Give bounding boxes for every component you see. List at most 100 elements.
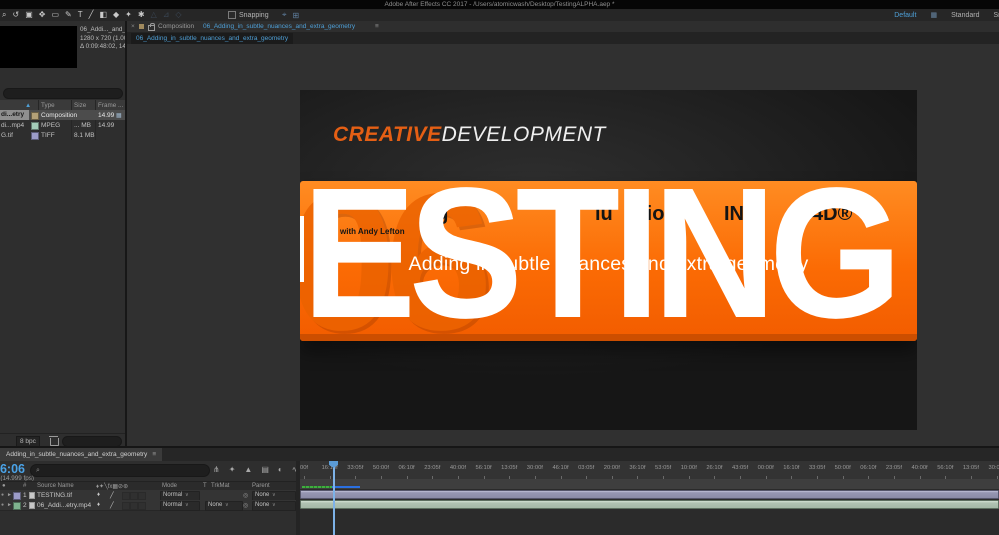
quality-icon[interactable]: ♦ <box>97 502 100 508</box>
workspace-small[interactable]: Small <box>993 12 999 19</box>
twirl-arrow-icon[interactable]: ► <box>7 492 12 498</box>
workspace-standard[interactable]: Standard <box>951 12 979 19</box>
switch-cell[interactable] <box>130 491 138 500</box>
switch-cell[interactable] <box>138 491 146 500</box>
work-area-bar[interactable] <box>300 479 999 490</box>
roto-brush-tool-icon[interactable]: ✦ <box>125 9 132 21</box>
snapping-checkbox[interactable] <box>228 11 236 19</box>
world-axis-mode-icon[interactable]: ⊿ <box>163 9 170 21</box>
time-ruler[interactable]: 00f 16:10f 33:05f 50:00f 06:10f 23:05f 40:00f 5… <box>300 461 999 480</box>
rotation-tool-icon[interactable]: ↺ <box>12 9 19 21</box>
twirl-arrow-icon[interactable]: ► <box>7 502 12 508</box>
eye-icon[interactable]: ● <box>1 502 4 508</box>
layer-label-swatch[interactable] <box>13 492 21 500</box>
switch-cell[interactable] <box>138 501 146 510</box>
comp-duration: Δ 0:09:48:02, 14.999 fps <box>80 43 149 50</box>
trkmat-dropdown[interactable]: None ∨ <box>205 501 243 511</box>
column-frame[interactable]: Frame ... <box>98 102 123 109</box>
switch-cell[interactable] <box>122 501 130 510</box>
snap-target-icon[interactable]: ⌖ <box>282 10 287 20</box>
layer-name[interactable]: TESTING.tif <box>37 492 95 499</box>
rectangle-tool-icon[interactable]: ▭ <box>51 9 59 21</box>
timeline-timecode-box[interactable]: 0:00:16:06 <box>0 462 25 475</box>
motion-blur-icon[interactable]: ◐ <box>278 465 283 474</box>
hide-shy-layers-icon[interactable]: ▲ <box>244 465 252 474</box>
unified-camera-tool-icon[interactable]: ▣ <box>25 9 33 21</box>
parent-pickwhip-icon[interactable]: ◎ <box>243 502 248 509</box>
close-icon[interactable]: × <box>131 21 135 32</box>
timeline-track-area[interactable]: 00f 16:10f 33:05f 50:00f 06:10f 23:05f 40:00f 5… <box>300 461 999 535</box>
layer-label-swatch[interactable] <box>13 502 21 510</box>
layer-duration-bar[interactable] <box>300 500 999 509</box>
project-item-name[interactable]: di...etry <box>0 110 29 120</box>
project-item-row[interactable]: di...mp4 MPEG ... MB 14.99 <box>0 120 125 130</box>
project-item-row[interactable]: di...etry Composition 14.99 ▦ <box>0 110 125 120</box>
footage-doc-icon <box>29 492 35 499</box>
pan-behind-tool-icon[interactable]: ✥ <box>39 9 46 21</box>
ruler-tick-label: 33:05f <box>808 465 826 471</box>
blend-mode-dropdown[interactable]: Normal ∨ <box>160 501 200 511</box>
switch-cell[interactable] <box>122 491 130 500</box>
timeline-search-field[interactable]: ⌕ <box>30 464 210 477</box>
brush-tool-icon[interactable]: ╱ <box>89 9 94 21</box>
label-swatch[interactable] <box>31 112 39 120</box>
project-search-field[interactable] <box>3 88 123 99</box>
pen-tool-icon[interactable]: ✎ <box>65 9 72 21</box>
panel-menu-icon[interactable]: ≡ <box>375 21 379 32</box>
item-type: Composition <box>41 111 78 119</box>
timeline-timecode[interactable]: 0:00:16:06 <box>0 462 25 475</box>
column-number[interactable]: # <box>23 483 26 489</box>
comp-mini-flowchart-icon[interactable]: ⋔ <box>213 465 220 474</box>
eraser-tool-icon[interactable]: ◆ <box>113 9 119 21</box>
ruler-tick-label: 50:00f <box>834 465 851 471</box>
fx-switch-icon[interactable]: ╱ <box>110 492 114 499</box>
snap-box-icon[interactable]: ⊞ <box>293 11 300 20</box>
quality-icon[interactable]: ♦ <box>97 492 100 498</box>
tool-buttons: ⌕ ↺ ▣ ✥ ▭ ✎ T ╱ ◧ ◆ ✦ ✱ △ ⊿ ◇ <box>2 9 182 21</box>
snapping-toggle[interactable]: Snapping <box>228 9 269 21</box>
sort-triangle-icon[interactable]: ▲ <box>25 102 31 109</box>
ruler-tick-label: 30:00f <box>526 465 543 471</box>
ruler-tick-label: 33:05f <box>347 465 364 471</box>
zoom-tool-icon[interactable]: ⌕ <box>2 9 6 21</box>
composition-viewer[interactable]: CREATIVEDEVELOPMENT 06 ng lu tio INE 4D® wit… <box>127 44 999 469</box>
puppet-pin-tool-icon[interactable]: ✱ <box>138 9 145 21</box>
view-axis-mode-icon[interactable]: ◇ <box>175 9 181 21</box>
column-trkmat[interactable]: TrkMat <box>211 483 229 489</box>
local-axis-mode-icon[interactable]: △ <box>151 9 157 21</box>
column-parent[interactable]: Parent <box>252 483 270 489</box>
layer-row[interactable]: ● ► 2 06_Addi...etry.mp4 ♦ ╱ Normal ∨ No… <box>0 500 296 511</box>
switch-cell[interactable] <box>130 501 138 510</box>
workspace-default[interactable]: Default <box>894 12 916 19</box>
window-title: Adobe After Effects CC 2017 - /Users/ato… <box>384 1 615 8</box>
project-item-row[interactable]: G.tif TIFF 8.1 MB <box>0 130 125 140</box>
clone-stamp-tool-icon[interactable]: ◧ <box>99 9 107 21</box>
column-mode[interactable]: Mode <box>162 483 177 489</box>
search-icon: ⌕ <box>36 466 40 474</box>
composition-tab[interactable]: 06_Adding_in_subtle_nuances_and_extra_ge… <box>131 33 294 44</box>
frame-blending-icon[interactable]: ▤ <box>261 465 269 474</box>
workspace-grid-icon[interactable]: ▦ <box>930 11 937 19</box>
label-swatch[interactable] <box>31 122 39 130</box>
draft-3d-icon[interactable]: ✦ <box>229 465 236 474</box>
ruler-tick-label: 13:05f <box>962 465 979 471</box>
column-type[interactable]: Type <box>41 102 55 109</box>
column-source-name[interactable]: Source Name <box>37 483 74 489</box>
project-item-name[interactable]: di...mp4 <box>1 122 28 129</box>
column-size[interactable]: Size <box>74 102 86 109</box>
column-t[interactable]: T <box>203 483 207 489</box>
panel-menu-icon[interactable]: ≡ <box>152 451 156 458</box>
label-swatch[interactable] <box>31 132 39 140</box>
eye-icon[interactable]: ● <box>1 492 4 498</box>
fx-switch-icon[interactable]: ╱ <box>110 502 114 509</box>
parent-pickwhip-icon[interactable]: ◎ <box>243 492 248 499</box>
layer-name[interactable]: 06_Addi...etry.mp4 <box>37 502 95 509</box>
parent-dropdown[interactable]: None ∨ <box>252 501 296 511</box>
project-item-name[interactable]: G.tif <box>1 132 28 139</box>
type-tool-icon[interactable]: T <box>78 9 83 21</box>
timeline-tab[interactable]: Adding_in_subtle_nuances_and_extra_geome… <box>0 448 163 461</box>
trash-icon[interactable] <box>49 436 59 446</box>
lock-icon[interactable] <box>148 22 155 31</box>
layer-duration-bar[interactable] <box>300 490 999 499</box>
playhead-line[interactable] <box>333 461 335 535</box>
